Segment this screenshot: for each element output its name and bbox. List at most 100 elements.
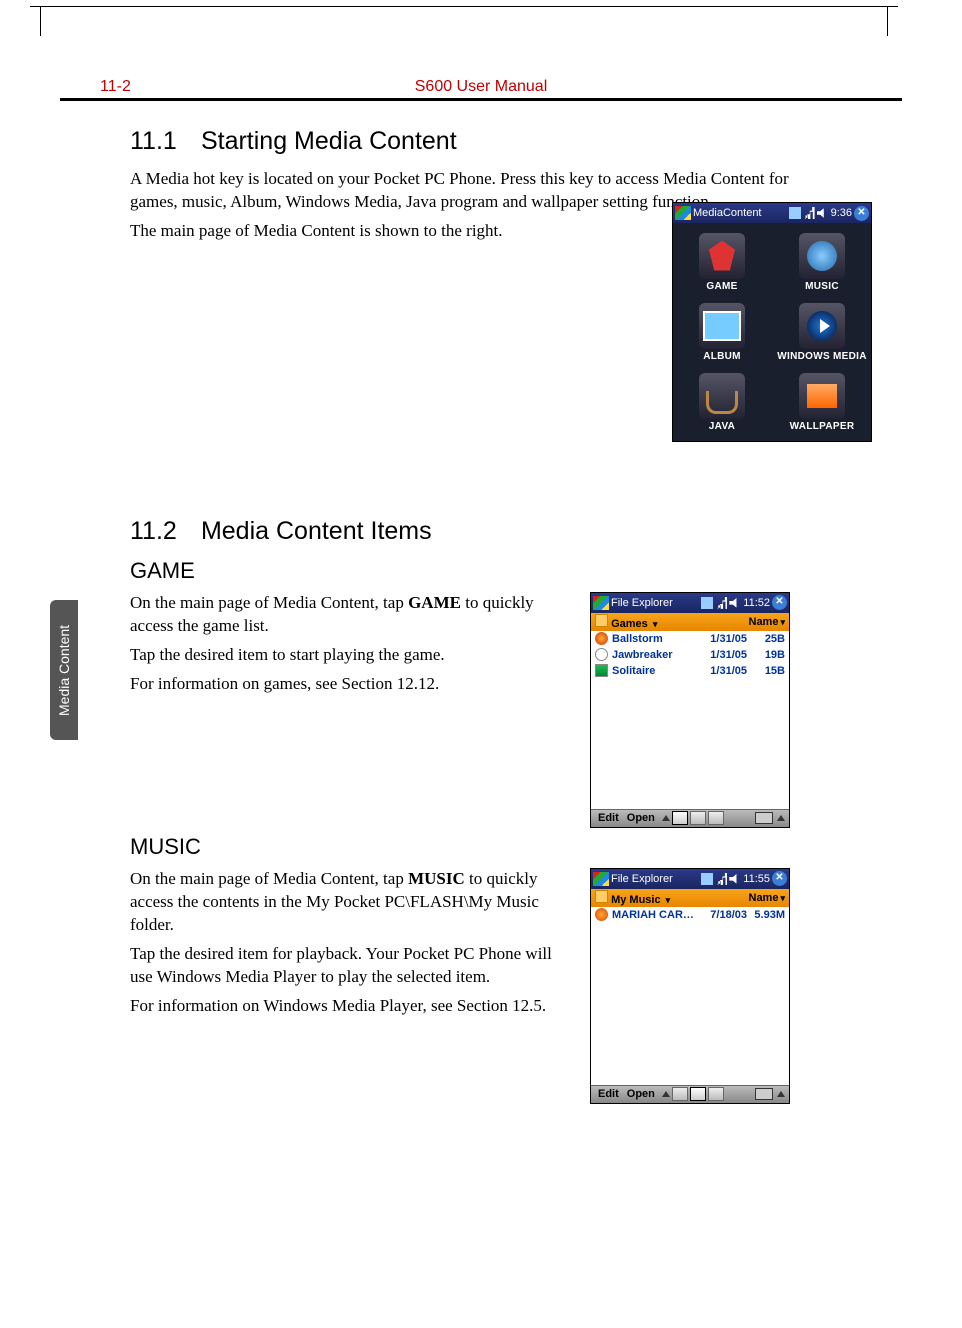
mc-item-java[interactable]: JAVA	[677, 369, 767, 435]
document-title: S600 User Manual	[415, 78, 548, 96]
close-icon[interactable]: ✕	[772, 595, 787, 610]
signal-icon	[803, 207, 815, 219]
section-number: 11.1	[130, 127, 194, 156]
music-icon	[799, 233, 845, 279]
folder-icon	[595, 614, 608, 627]
tool-button[interactable]	[708, 811, 724, 825]
folder-name: Games	[611, 618, 648, 630]
file-list: MARIAH CARE... 7/18/03 5.93M	[591, 907, 789, 1085]
list-item[interactable]: Jawbreaker 1/31/05 19B	[591, 647, 789, 663]
start-flag-icon[interactable]	[593, 872, 609, 886]
titlebar: File Explorer 11:55 ✕	[591, 869, 789, 889]
game-icon	[699, 233, 745, 279]
screenshot-music-explorer: File Explorer 11:55 ✕ My Music Name	[590, 868, 790, 1104]
section-title: Media Content Items	[201, 517, 432, 545]
section-11-1-heading: 11.1 Starting Media Content	[130, 127, 882, 156]
file-size: 19B	[751, 649, 785, 661]
subsection-game-heading: GAME	[130, 558, 882, 584]
list-item[interactable]: Solitaire 1/31/05 15B	[591, 663, 789, 679]
mc-item-windows-media[interactable]: WINDOWS MEDIA	[777, 299, 867, 365]
sync-icon[interactable]	[789, 207, 801, 219]
sort-dropdown[interactable]: Name	[749, 616, 786, 628]
mc-label: ALBUM	[703, 351, 741, 362]
folder-icon	[595, 890, 608, 903]
file-name: MARIAH CARE...	[612, 909, 697, 921]
folder-dropdown[interactable]: Games	[595, 614, 657, 630]
file-name: Solitaire	[612, 665, 697, 677]
start-flag-icon[interactable]	[593, 596, 609, 610]
section-number: 11.2	[130, 517, 194, 546]
page: 11-2 S600 User Manual 11.1 Starting Medi…	[0, 0, 962, 1144]
subsection-music-heading: MUSIC	[130, 834, 882, 860]
wallpaper-icon	[799, 373, 845, 419]
clock: 9:36	[831, 207, 852, 219]
up-icon[interactable]	[662, 1091, 670, 1097]
music-paragraph-3: For information on Windows Media Player,…	[130, 995, 570, 1018]
mc-item-game[interactable]: GAME	[677, 229, 767, 295]
mc-label: MUSIC	[805, 281, 839, 292]
text-bold: MUSIC	[408, 869, 465, 888]
list-item[interactable]: Ballstorm 1/31/05 25B	[591, 631, 789, 647]
titlebar: MediaContent 9:36 ✕	[673, 203, 871, 223]
menu-open[interactable]: Open	[624, 1088, 658, 1100]
speaker-icon[interactable]	[817, 207, 829, 219]
game-paragraph-3: For information on games, see Section 12…	[130, 673, 570, 696]
file-name: Jawbreaker	[612, 649, 697, 661]
file-date: 1/31/05	[701, 633, 747, 645]
mc-item-music[interactable]: MUSIC	[777, 229, 867, 295]
list-item[interactable]: MARIAH CARE... 7/18/03 5.93M	[591, 907, 789, 923]
folder-bar: Games Name	[591, 613, 789, 631]
section-11-2-heading: 11.2 Media Content Items	[130, 517, 882, 546]
menu-edit[interactable]: Edit	[595, 1088, 622, 1100]
menu-open[interactable]: Open	[624, 812, 658, 824]
close-icon[interactable]: ✕	[772, 871, 787, 886]
app-title: MediaContent	[693, 207, 762, 219]
mc-label: JAVA	[709, 421, 735, 432]
mc-item-wallpaper[interactable]: WALLPAPER	[777, 369, 867, 435]
keyboard-icon[interactable]	[755, 1088, 773, 1100]
speaker-icon[interactable]	[729, 873, 741, 885]
file-list: Ballstorm 1/31/05 25B Jawbreaker 1/31/05…	[591, 631, 789, 809]
view-button[interactable]	[690, 811, 706, 825]
view-button[interactable]	[690, 1087, 706, 1101]
file-date: 1/31/05	[701, 649, 747, 661]
sync-icon[interactable]	[701, 873, 713, 885]
app-title: File Explorer	[611, 873, 673, 885]
running-header: 11-2 S600 User Manual	[60, 78, 902, 101]
close-icon[interactable]: ✕	[854, 206, 869, 221]
file-icon	[595, 632, 608, 645]
file-size: 5.93M	[751, 909, 785, 921]
sip-arrow-icon[interactable]	[777, 1091, 785, 1097]
up-icon[interactable]	[662, 815, 670, 821]
mc-label: GAME	[706, 281, 737, 292]
signal-icon	[715, 873, 727, 885]
file-icon	[595, 908, 608, 921]
sort-dropdown[interactable]: Name	[749, 892, 786, 904]
mc-label: WINDOWS MEDIA	[777, 351, 866, 362]
file-icon	[595, 648, 608, 661]
command-bar: Edit Open	[591, 809, 789, 827]
mc-item-album[interactable]: ALBUM	[677, 299, 767, 365]
menu-edit[interactable]: Edit	[595, 812, 622, 824]
screenshot-media-content: MediaContent 9:36 ✕ GAME MUSIC	[672, 202, 872, 442]
game-paragraph-2: Tap the desired item to start playing th…	[130, 644, 570, 667]
tool-button[interactable]	[708, 1087, 724, 1101]
view-button[interactable]	[672, 811, 688, 825]
text: On the main page of Media Content, tap	[130, 869, 408, 888]
view-button[interactable]	[672, 1087, 688, 1101]
keyboard-icon[interactable]	[755, 812, 773, 824]
page-number: 11-2	[100, 78, 131, 96]
sip-arrow-icon[interactable]	[777, 815, 785, 821]
titlebar: File Explorer 11:52 ✕	[591, 593, 789, 613]
music-paragraph-2: Tap the desired item for playback. Your …	[130, 943, 570, 989]
album-icon	[699, 303, 745, 349]
folder-dropdown[interactable]: My Music	[595, 890, 670, 906]
file-date: 7/18/03	[701, 909, 747, 921]
start-flag-icon[interactable]	[675, 206, 691, 220]
music-paragraph-1: On the main page of Media Content, tap M…	[130, 868, 570, 937]
file-date: 1/31/05	[701, 665, 747, 677]
sync-icon[interactable]	[701, 597, 713, 609]
game-paragraph-1: On the main page of Media Content, tap G…	[130, 592, 570, 638]
file-name: Ballstorm	[612, 633, 697, 645]
speaker-icon[interactable]	[729, 597, 741, 609]
